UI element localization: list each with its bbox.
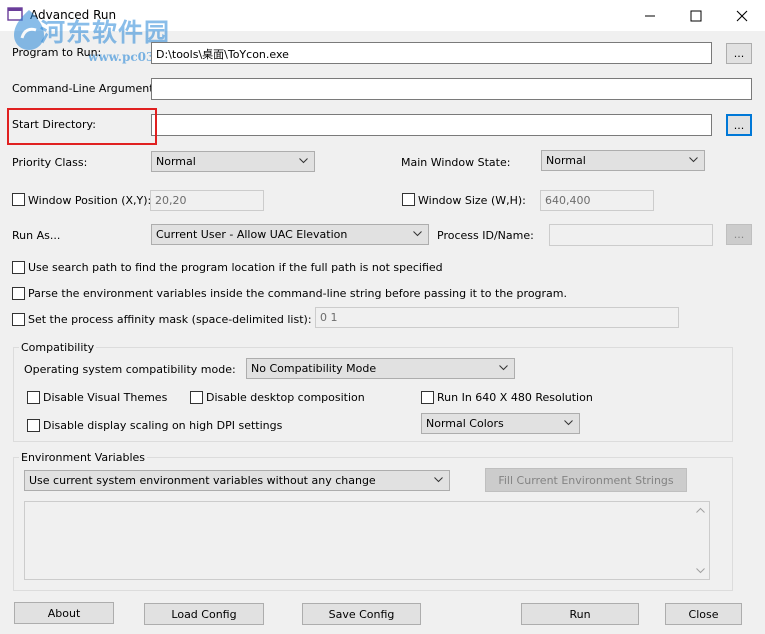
close-icon [736,10,748,21]
procid-label: Process ID/Name: [437,229,534,242]
dpi-label: Disable display scaling on high DPI sett… [43,419,283,432]
chevron-down-icon [299,158,308,164]
minimize-icon [645,15,655,16]
scroll-down-icon[interactable] [696,568,705,574]
env-scrollbar[interactable] [692,502,709,579]
winpos-label: Window Position (X,Y): [28,194,152,207]
os-compat-label: Operating system compatibility mode: [24,363,236,376]
program-label: Program to Run: [12,46,102,59]
chevron-down-icon [413,231,422,237]
env-mode-value: Use current system environment variables… [29,474,376,487]
runas-value: Current User - Allow UAC Elevation [156,228,348,241]
run640-label: Run In 640 X 480 Resolution [437,391,593,404]
program-input[interactable]: D:\tools\桌面\ToYcon.exe [151,42,712,64]
winsize-input[interactable]: 640,400 [540,190,654,211]
minimize-button[interactable] [627,0,673,31]
affinity-input[interactable]: 0 1 [315,307,679,328]
mainstate-select[interactable]: Normal [541,150,705,171]
about-button[interactable]: About [14,602,114,624]
maximize-icon [690,10,702,21]
winpos-input[interactable]: 20,20 [150,190,264,211]
parse-env-label: Parse the environment variables inside t… [28,287,567,300]
winsize-label: Window Size (W,H): [418,194,526,207]
mainstate-label: Main Window State: [401,156,511,169]
startdir-browse-button[interactable]: ... [726,114,752,136]
search-path-label: Use search path to find the program loca… [28,261,443,274]
compatibility-title: Compatibility [19,341,97,354]
dpi-checkbox[interactable] [27,419,40,432]
winsize-checkbox[interactable] [402,193,415,206]
affinity-checkbox[interactable] [12,313,25,326]
colors-select[interactable]: Normal Colors [421,413,580,434]
highlight-box [7,108,157,145]
chevron-down-icon [689,157,698,163]
procid-input[interactable] [549,224,713,246]
runas-label: Run As... [12,229,61,242]
desktop-comp-checkbox[interactable] [190,391,203,404]
args-label: Command-Line Arguments: [12,82,163,95]
colors-value: Normal Colors [426,417,504,430]
winpos-checkbox[interactable] [12,193,25,206]
os-compat-select[interactable]: No Compatibility Mode [246,358,515,379]
load-config-button[interactable]: Load Config [144,603,264,625]
env-mode-select[interactable]: Use current system environment variables… [24,470,450,491]
args-input[interactable] [151,78,752,100]
chevron-down-icon [499,365,508,371]
run640-checkbox[interactable] [421,391,434,404]
search-path-checkbox[interactable] [12,261,25,274]
priority-select[interactable]: Normal [151,151,315,172]
chevron-down-icon [564,420,573,426]
run-button[interactable]: Run [521,603,639,625]
priority-label: Priority Class: [12,156,88,169]
visual-themes-checkbox[interactable] [27,391,40,404]
maximize-button[interactable] [673,0,719,31]
priority-value: Normal [156,155,196,168]
save-config-button[interactable]: Save Config [302,603,421,625]
fill-env-button[interactable]: Fill Current Environment Strings [485,468,687,492]
scroll-up-icon[interactable] [696,507,705,513]
visual-themes-label: Disable Visual Themes [43,391,168,404]
chevron-down-icon [434,477,443,483]
procid-browse-button[interactable]: ... [726,224,752,245]
close-button[interactable]: Close [665,603,742,625]
env-title: Environment Variables [19,451,148,464]
program-browse-button[interactable]: ... [726,43,752,64]
startdir-input[interactable] [151,114,712,136]
mainstate-value: Normal [546,154,586,167]
os-compat-value: No Compatibility Mode [251,362,377,375]
close-window-button[interactable] [719,0,765,31]
desktop-comp-label: Disable desktop composition [206,391,365,404]
runas-select[interactable]: Current User - Allow UAC Elevation [151,224,429,245]
env-textarea[interactable] [24,501,710,580]
affinity-label: Set the process affinity mask (space-del… [28,313,312,326]
parse-env-checkbox[interactable] [12,287,25,300]
